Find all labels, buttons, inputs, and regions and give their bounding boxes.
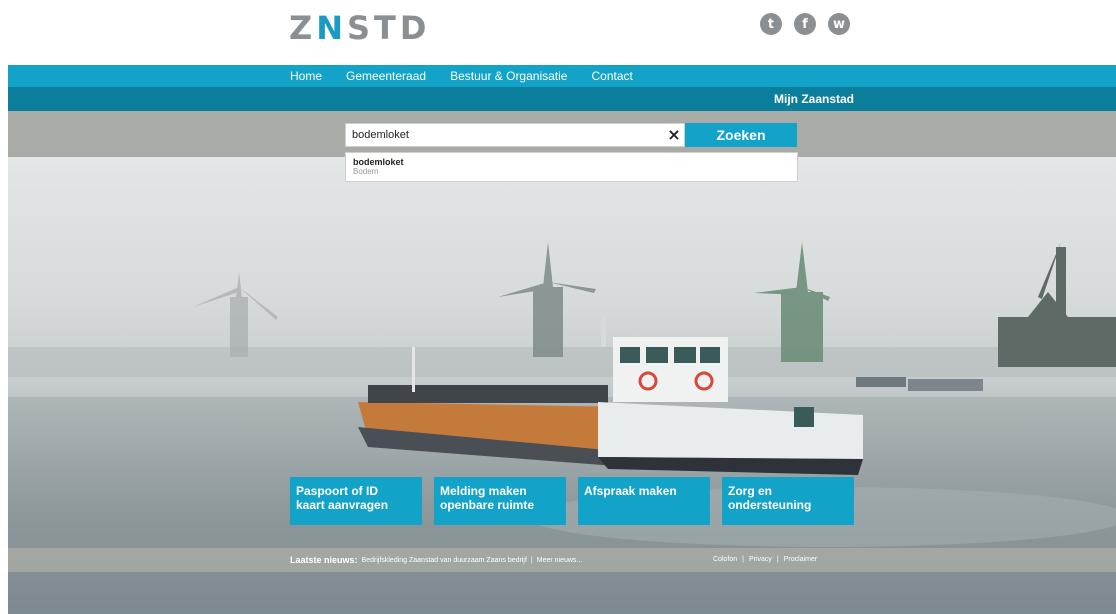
nav-item-bestuur-organisatie[interactable]: Bestuur & Organisatie [450,69,567,83]
nav-item-contact[interactable]: Contact [591,69,632,83]
logo-prefix: Z [289,9,317,47]
zaanstad-logo[interactable]: ZNSTD [289,12,430,44]
nav-item-gemeenteraad[interactable]: Gemeenteraad [346,69,426,83]
separator: | [530,556,533,564]
nav-item-home[interactable]: Home [290,69,322,83]
tile-line-1: Paspoort of ID [296,484,379,498]
news-item-link[interactable]: Bedrijfskleding Zaanstad van duurzaam Za… [362,557,527,564]
privacy-link[interactable]: Privacy [749,556,772,563]
suggestion-subtitle: Bodem [353,167,379,176]
separator: | [776,556,779,563]
clear-search-icon[interactable]: × [664,124,684,146]
search-input[interactable] [345,123,685,147]
logo-suffix: STD [346,9,431,47]
social-links: t f w [760,13,850,35]
main-navigation: Home Gemeenteraad Bestuur & Organisatie … [8,65,1116,87]
hero-photo [8,157,1116,614]
logo-accent: N [316,9,347,47]
search-suggestion[interactable]: bodemloket Bodem [345,152,798,182]
tile-line-1: Afspraak maken [584,484,677,498]
sub-navigation: Mijn Zaanstad [8,87,1116,111]
facebook-icon[interactable]: f [794,13,816,35]
proclaimer-link[interactable]: Proclaimer [784,556,817,563]
hero-illustration [8,242,1116,614]
whatsapp-icon[interactable]: w [828,13,850,35]
more-news-link[interactable]: Meer nieuws... [537,557,583,564]
colofon-link[interactable]: Colofon [713,556,737,563]
page: ZNSTD t f w Home Gemeenteraad Bestuur & … [0,0,1116,614]
news-label: Laatste nieuws: [290,555,358,565]
tile-line-2: openbare ruimte [440,498,535,512]
mijn-zaanstad-link[interactable]: Mijn Zaanstad [774,92,854,106]
footer-bar: Laatste nieuws: Bedrijfskleding Zaanstad… [8,548,1116,572]
tile-paspoort-id[interactable]: Paspoort of ID kaart aanvragen [290,477,422,525]
tile-line-2: ondersteuning [728,498,812,512]
twitter-icon[interactable]: t [760,13,782,35]
tile-line-1: Zorg en [728,484,772,498]
news-ticker: Laatste nieuws: Bedrijfskleding Zaanstad… [290,555,582,565]
tile-line-1: Melding maken [440,484,527,498]
search-button[interactable]: Zoeken [685,123,797,147]
footer-links: Colofon | Privacy | Proclaimer [713,556,817,563]
tile-zorg-ondersteuning[interactable]: Zorg en ondersteuning [722,477,854,525]
tile-line-2: kaart aanvragen [296,498,389,512]
tile-afspraak-maken[interactable]: Afspraak maken [578,477,710,525]
separator: | [742,556,744,563]
suggestion-title: bodemloket [353,157,404,167]
tile-melding-maken[interactable]: Melding maken openbare ruimte [434,477,566,525]
